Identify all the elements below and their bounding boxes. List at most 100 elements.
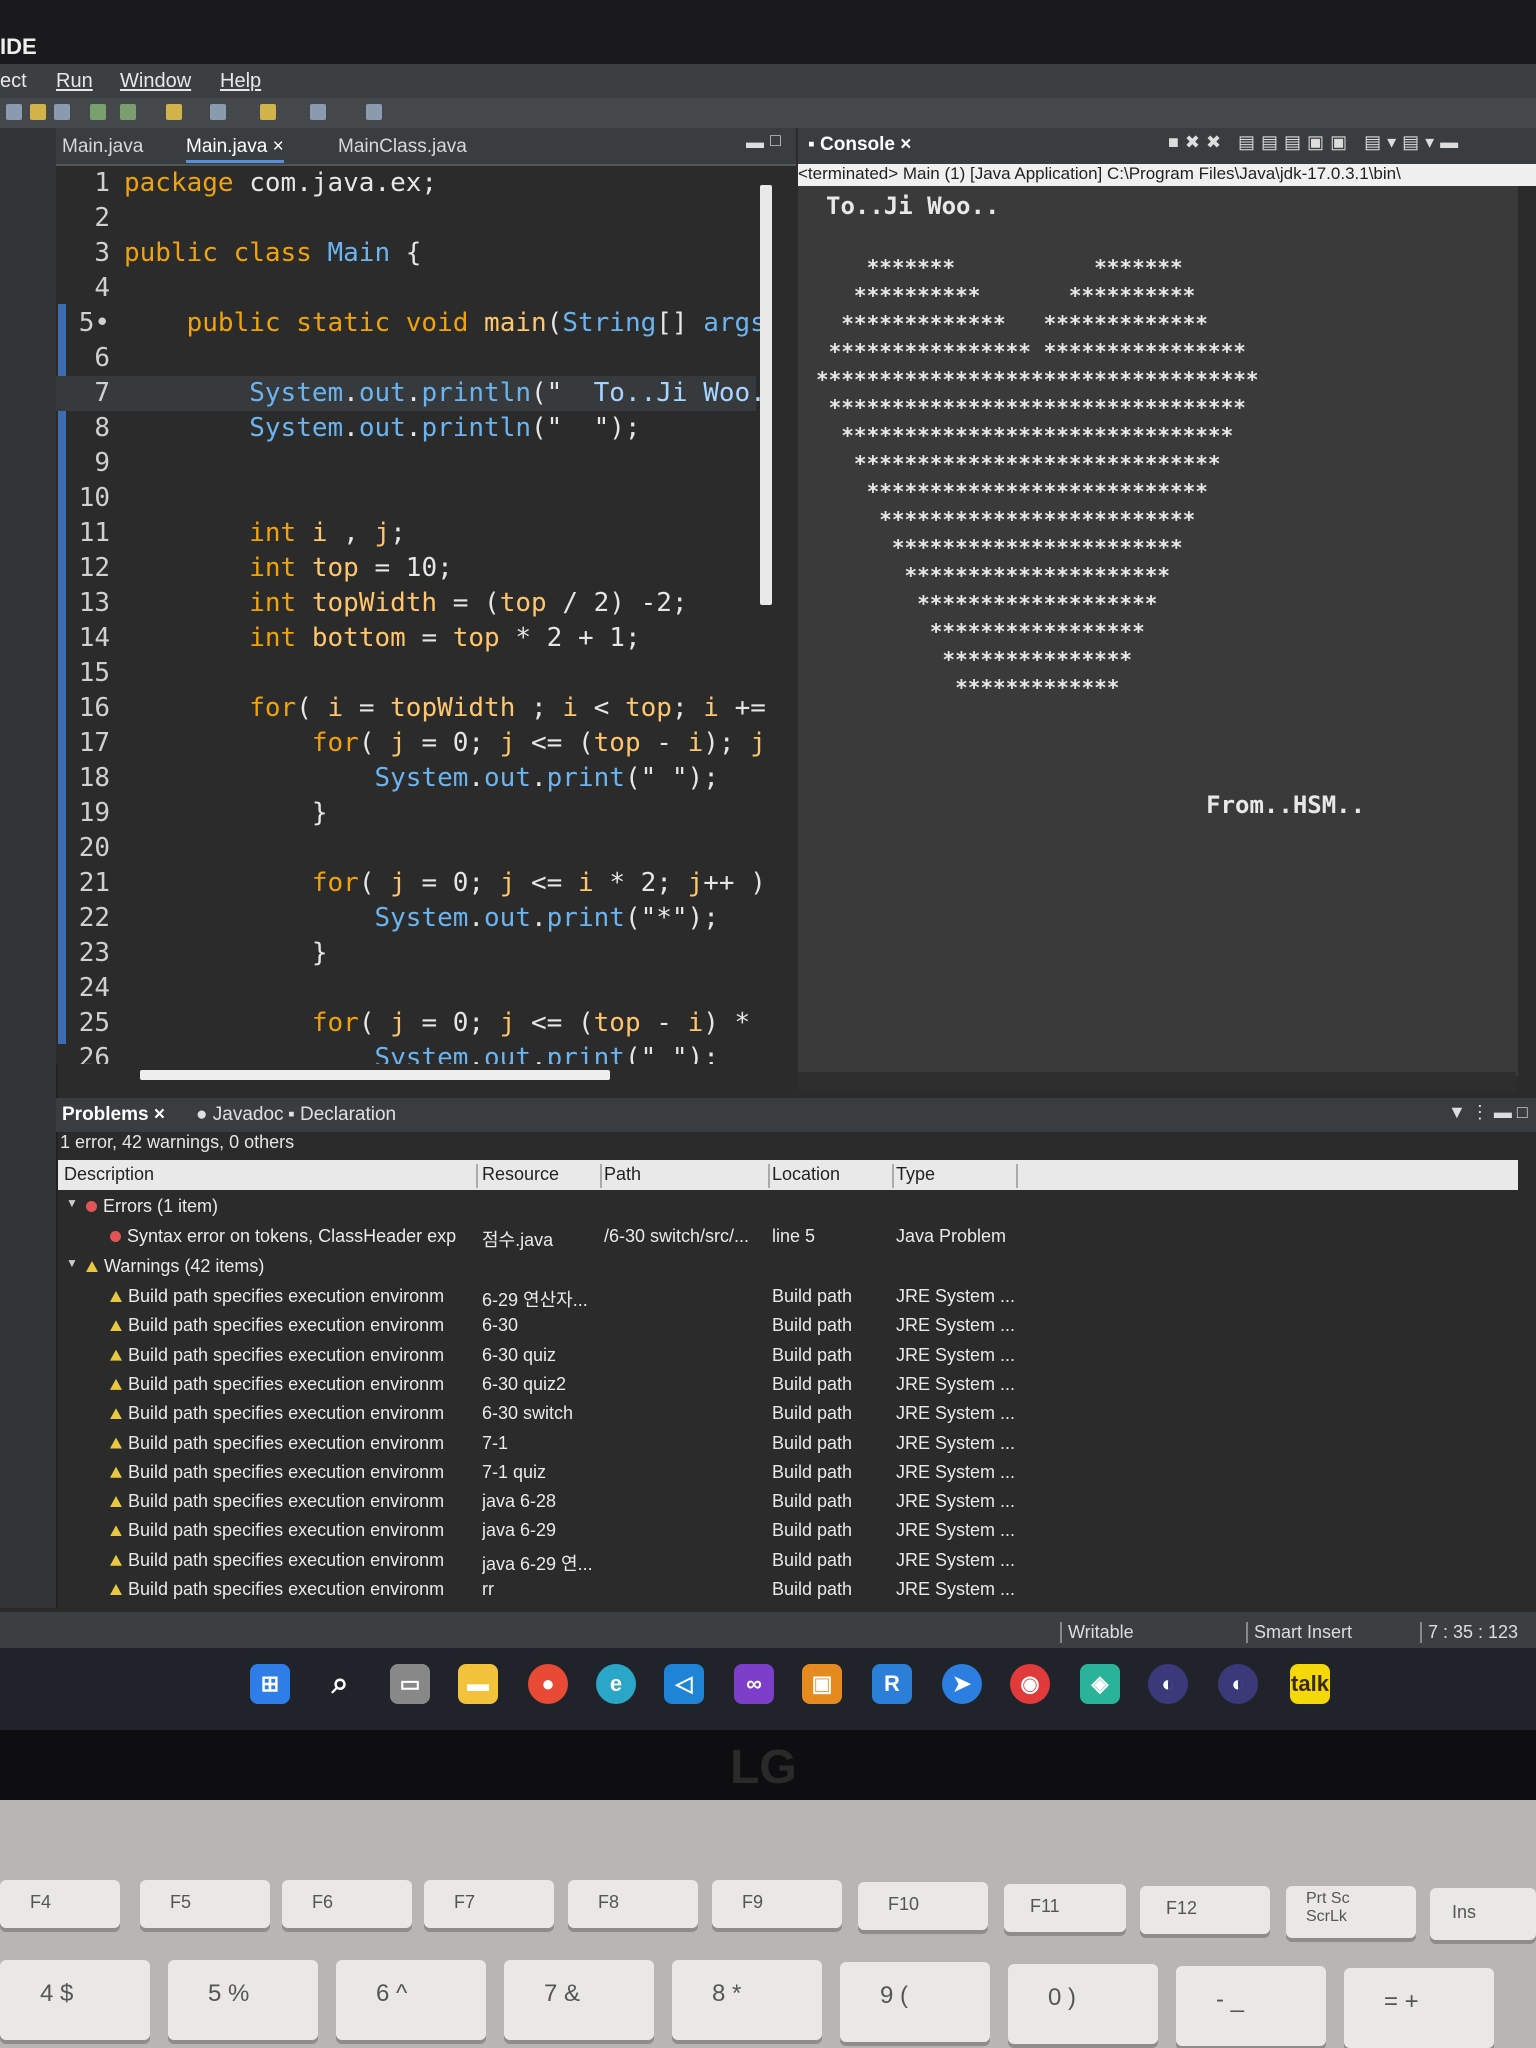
warning-row[interactable]: Build path specifies execution environm 7… [58,1431,1518,1459]
close-icon[interactable]: × [273,136,284,157]
console-horizontal-scrollbar[interactable] [798,1072,1516,1092]
visual-studio-icon[interactable]: ∞ [734,1664,774,1704]
code-line[interactable]: 26 System.out.print(" "); [56,1041,756,1064]
warning-row[interactable]: Build path specifies execution environm 6… [58,1343,1518,1371]
app3-icon[interactable]: ◈ [1080,1664,1120,1704]
key-f9[interactable]: F9 [712,1880,842,1928]
chrome-icon[interactable]: ● [528,1664,568,1704]
tab-main-java-active[interactable]: Main.java × [186,136,284,163]
code-line[interactable]: 15 [56,656,756,691]
edge-icon[interactable]: e [596,1664,636,1704]
tab-main-java-1[interactable]: Main.java [62,136,143,158]
column-type[interactable]: Type [896,1164,1018,1188]
tab-declaration[interactable]: ▪ Declaration [288,1104,396,1126]
task-view-icon[interactable]: ▭ [390,1664,430,1704]
code-line[interactable]: 3 public class Main { [56,236,756,271]
editor-horizontal-scrollbar[interactable] [140,1070,610,1080]
key-f10[interactable]: F10 [858,1882,988,1930]
code-line[interactable]: 22 System.out.print("*"); [56,901,756,936]
tab-javadoc[interactable]: ● Javadoc [196,1104,284,1126]
save-icon[interactable] [30,104,46,120]
code-line[interactable]: 17 for( j = 0; j <= (top - i); j [56,726,766,761]
menu-window[interactable]: Window [120,70,191,93]
warning-row[interactable]: Build path specifies execution environm r… [58,1577,1518,1605]
menu-run[interactable]: Run [56,70,93,93]
key-ins[interactable]: Ins [1430,1888,1536,1940]
column-path[interactable]: Path [604,1164,770,1188]
error-row[interactable]: Syntax error on tokens, ClassHeader exp 점… [58,1224,1518,1252]
editor-vertical-scrollbar[interactable] [760,185,772,605]
key-9[interactable]: 9 ( [840,1962,990,2042]
console-output[interactable]: To..Ji Woo.. ******* ******* ********** … [798,186,1518,1076]
warning-row[interactable]: Build path specifies execution environm 6… [58,1284,1518,1312]
search-icon[interactable] [210,104,226,120]
eclipse-icon[interactable]: ◐ [1148,1664,1188,1704]
code-line[interactable]: 19 } [56,796,756,831]
code-line[interactable]: 11 int i , j; [56,516,756,551]
search-icon[interactable]: ⌕ [320,1664,360,1704]
key-f8[interactable]: F8 [568,1880,698,1928]
code-line[interactable]: 21 for( j = 0; j <= i * 2; j++ ) [56,866,766,901]
code-line[interactable]: 13 int topWidth = (top / 2) -2; [56,586,756,621]
key-7[interactable]: 7 & [504,1960,654,2040]
code-line[interactable]: 24 [56,971,756,1006]
eclipse-active-icon[interactable]: ◐ [1218,1664,1258,1704]
key-f6[interactable]: F6 [282,1880,412,1928]
menu-project[interactable]: ect [0,70,27,93]
app-icon[interactable]: ▣ [802,1664,842,1704]
close-icon[interactable]: × [154,1104,165,1125]
file-explorer-icon[interactable]: ▬ [458,1664,498,1704]
code-line[interactable]: 9 [56,446,756,481]
key-f12[interactable]: F12 [1140,1886,1270,1934]
code-line[interactable]: 20 [56,831,756,866]
key-prtsc[interactable]: Prt Sc ScrLk [1286,1886,1416,1938]
key-f4[interactable]: F4 [0,1880,120,1928]
key-5[interactable]: 5 % [168,1960,318,2040]
code-line[interactable]: 12 int top = 10; [56,551,756,586]
warning-row[interactable]: Build path specifies execution environm j… [58,1518,1518,1546]
forward-icon[interactable] [310,104,326,120]
r-app-icon[interactable]: R [872,1664,912,1704]
key-f5[interactable]: F5 [140,1880,270,1928]
key-0[interactable]: 0 ) [1008,1964,1158,2044]
menu-help[interactable]: Help [220,70,261,93]
expand-icon[interactable]: ▼ [66,1196,78,1210]
code-line[interactable]: 1 package com.java.ex; [56,166,756,201]
tab-console[interactable]: ▪ Console × [808,134,911,156]
code-line[interactable]: 4 [56,271,756,306]
code-line[interactable]: 18 System.out.print(" "); [56,761,756,796]
record-icon[interactable]: ◉ [1010,1664,1050,1704]
expand-icon[interactable]: ▼ [66,1256,78,1270]
code-line[interactable]: 5• public static void main(String[] args [56,306,766,341]
kakaotalk-icon[interactable]: talk [1290,1664,1330,1704]
open-type-icon[interactable] [166,104,182,120]
print-icon[interactable] [54,104,70,120]
code-line[interactable]: 2 [56,201,756,236]
code-line[interactable]: 16 for( i = topWidth ; i < top; i += [56,691,766,726]
vscode-icon[interactable]: ◁ [664,1664,704,1704]
warning-row[interactable]: Build path specifies execution environm 6… [58,1372,1518,1400]
code-editor[interactable]: 1 package com.java.ex; 2 3 public class Main… [56,166,784,1064]
tab-problems[interactable]: Problems × [62,1104,165,1126]
warning-row[interactable]: Build path specifies execution environm 7… [58,1460,1518,1488]
console-toolbar-icons[interactable]: ■✖✖ ▤▤▤▣▣ ▤▾▤▾▬ [1168,132,1464,153]
column-location[interactable]: Location [772,1164,894,1188]
code-line[interactable]: 23 } [56,936,756,971]
key-8[interactable]: 8 * [672,1960,822,2040]
warning-row[interactable]: Build path specifies execution environm j… [58,1489,1518,1517]
debug-icon[interactable] [90,104,106,120]
code-line[interactable]: 7 System.out.println(" To..Ji Woo. [56,376,766,411]
key-minus[interactable]: - _ [1176,1966,1326,2046]
perspective-icon[interactable] [366,104,382,120]
minimize-icon[interactable]: ▬ [746,132,764,153]
code-line[interactable]: 10 [56,481,756,516]
tab-mainclass-java[interactable]: MainClass.java [338,136,467,158]
column-resource[interactable]: Resource [482,1164,602,1188]
column-description[interactable]: Description [64,1164,478,1188]
close-icon[interactable]: × [900,134,911,155]
warning-row[interactable]: Build path specifies execution environm 6… [58,1401,1518,1429]
key-f11[interactable]: F11 [1004,1884,1126,1932]
key-f7[interactable]: F7 [424,1880,554,1928]
filter-icon[interactable]: ▼ ⋮ ▬ □ [1448,1102,1528,1123]
code-line[interactable]: 25 for( j = 0; j <= (top - i) * [56,1006,756,1041]
